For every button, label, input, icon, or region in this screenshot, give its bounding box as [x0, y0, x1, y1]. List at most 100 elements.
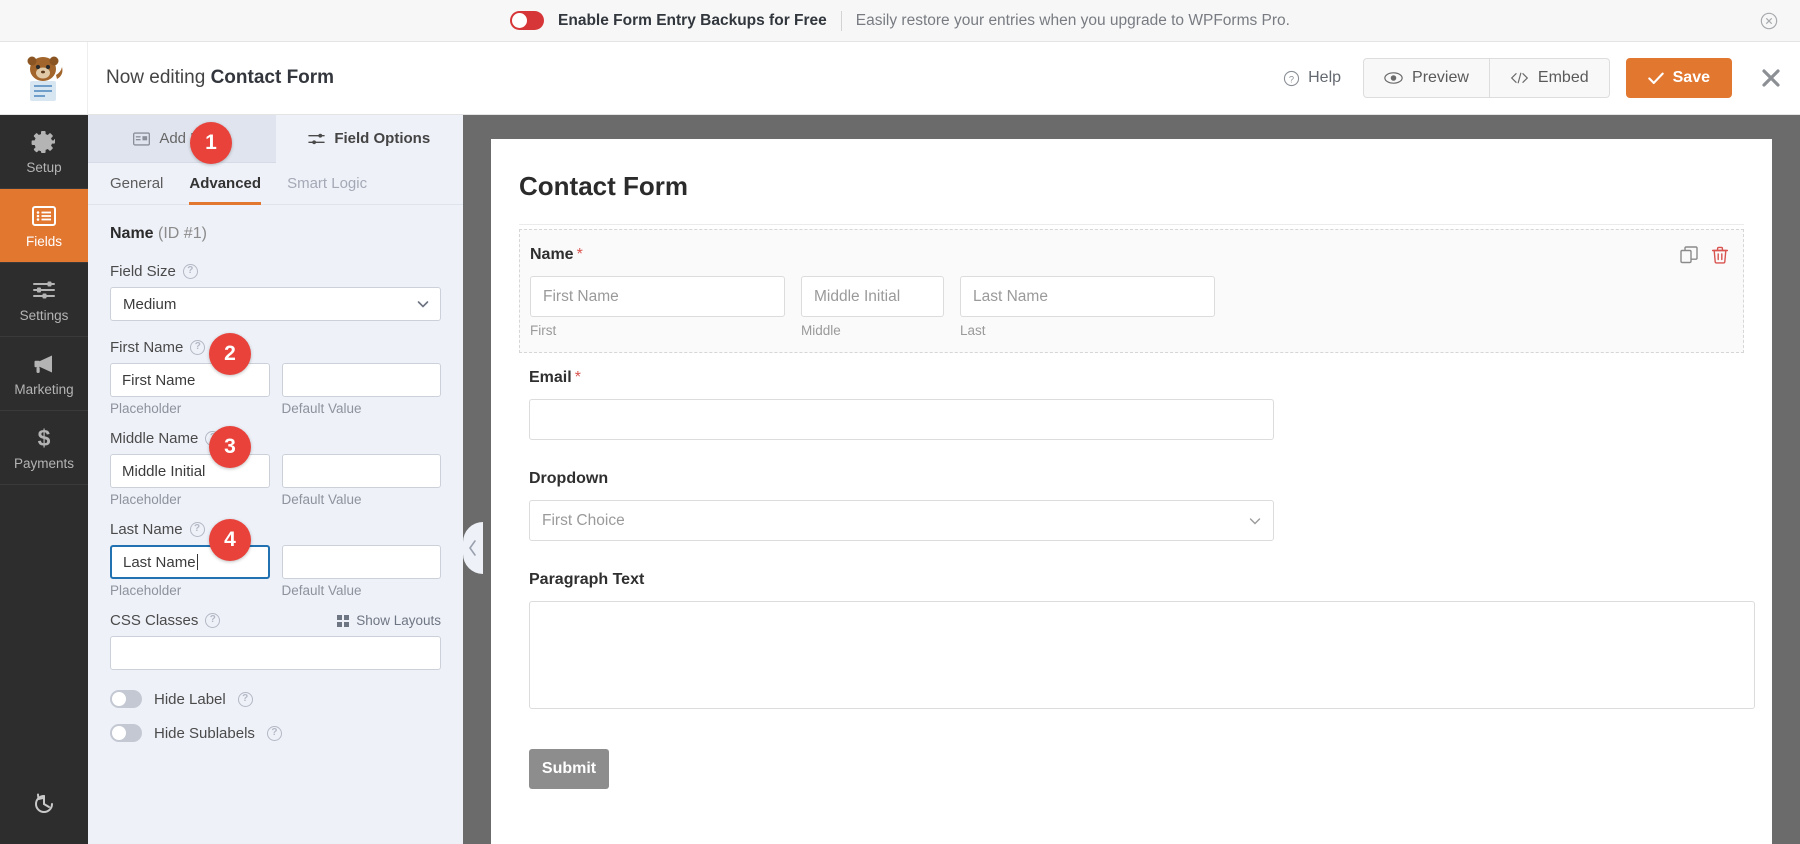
embed-button[interactable]: Embed [1490, 58, 1610, 98]
revision-history-icon[interactable] [24, 784, 64, 824]
chevron-left-icon [468, 540, 478, 556]
editor-sidebar: Setup Fields Settings Marketing $ Paymen… [0, 115, 88, 844]
preview-last-name-placeholder: Last Name [973, 288, 1048, 306]
preview-email-input[interactable] [529, 399, 1274, 440]
subtab-general[interactable]: General [110, 175, 163, 205]
preview-field-paragraph[interactable]: Paragraph Text [519, 555, 1744, 723]
sidebar-item-label: Setup [26, 160, 61, 175]
show-layouts-button[interactable]: Show Layouts [337, 613, 441, 628]
last-name-option-block: Last Name ? Last Name Placeholder [110, 521, 441, 598]
close-icon[interactable] [1760, 67, 1782, 89]
show-layouts-label: Show Layouts [356, 613, 441, 628]
help-tooltip-icon[interactable]: ? [183, 264, 198, 279]
preview-middle-name-sublabel: Middle [801, 323, 944, 338]
save-label: Save [1673, 69, 1710, 87]
step-badge-3: 3 [209, 426, 251, 468]
field-size-label: Field Size [110, 263, 176, 280]
close-circle-icon[interactable] [1760, 12, 1778, 30]
sidebar-item-settings[interactable]: Settings [0, 263, 88, 337]
preview-field-name[interactable]: Name * First Name First [519, 229, 1744, 353]
preview-dropdown-value: First Choice [542, 512, 625, 530]
save-button[interactable]: Save [1626, 58, 1732, 98]
preview-middle-name-placeholder: Middle Initial [814, 288, 900, 306]
promo-banner-subtitle: Easily restore your entries when you upg… [856, 12, 1290, 30]
grid-icon [337, 615, 349, 627]
field-options-panel: Add Fields Field Options General Advance… [88, 115, 463, 844]
code-icon [1510, 71, 1529, 85]
css-classes-label: CSS Classes [110, 612, 198, 629]
subtab-advanced[interactable]: Advanced [189, 175, 261, 205]
duplicate-icon[interactable] [1680, 246, 1698, 264]
help-tooltip-icon[interactable]: ? [190, 522, 205, 537]
preview-submit-button[interactable]: Submit [529, 749, 609, 789]
sidebar-item-label: Payments [14, 456, 74, 471]
help-tooltip-icon[interactable]: ? [205, 613, 220, 628]
step-badge-1: 1 [190, 122, 232, 164]
sidebar-item-label: Fields [26, 234, 62, 249]
enable-backups-toggle[interactable] [510, 11, 544, 30]
first-name-option-block: First Name ? First Name Placeholder [110, 339, 441, 416]
hide-sublabels-toggle[interactable] [110, 724, 142, 742]
last-name-label: Last Name [110, 521, 183, 538]
preview-field-dropdown[interactable]: Dropdown First Choice [519, 454, 1744, 555]
editing-prefix: Now editing [106, 67, 205, 88]
middle-name-placeholder-value: Middle Initial [122, 463, 205, 480]
form-name: Contact Form [211, 67, 335, 88]
field-heading-id: (ID #1) [158, 225, 207, 242]
list-icon [31, 203, 57, 229]
first-name-placeholder-sublabel: Placeholder [110, 401, 270, 416]
preview-first-name-input[interactable]: First Name [530, 276, 785, 317]
help-tooltip-icon[interactable]: ? [238, 692, 253, 707]
preview-middle-name-input[interactable]: Middle Initial [801, 276, 944, 317]
last-name-default-input[interactable] [282, 545, 442, 579]
hide-label-toggle[interactable] [110, 690, 142, 708]
preview-field-name-label: Name * [530, 246, 1733, 264]
hide-sublabels-row: Hide Sublabels ? [110, 724, 441, 742]
help-tooltip-icon[interactable]: ? [190, 340, 205, 355]
eye-icon [1384, 71, 1403, 85]
panel-subtabs: General Advanced Smart Logic [88, 163, 463, 205]
css-classes-block: CSS Classes ? Show Layouts [110, 612, 441, 670]
form-preview-area: Contact Form Name * First N [463, 115, 1800, 844]
help-button[interactable]: ? Help [1283, 69, 1341, 87]
sidebar-item-label: Settings [20, 308, 69, 323]
hide-label-row: Hide Label ? [110, 690, 441, 708]
required-marker: * [577, 246, 583, 264]
sidebar-item-payments[interactable]: $ Payments [0, 411, 88, 485]
tab-add-fields[interactable]: Add Fields [88, 115, 276, 163]
hide-label-text: Hide Label [154, 691, 226, 708]
help-tooltip-icon[interactable]: ? [267, 726, 282, 741]
trash-icon[interactable] [1711, 246, 1729, 264]
first-name-default-input[interactable] [282, 363, 442, 397]
field-size-value: Medium [123, 296, 176, 313]
preview-button[interactable]: Preview [1363, 58, 1490, 98]
sidebar-item-fields[interactable]: Fields [0, 189, 88, 263]
middle-name-placeholder-sublabel: Placeholder [110, 492, 270, 507]
preview-field-email[interactable]: Email * [519, 353, 1744, 454]
css-classes-input[interactable] [110, 636, 441, 670]
field-size-label-row: Field Size ? [110, 263, 441, 280]
step-badge-2: 2 [209, 333, 251, 375]
preview-field-dropdown-label: Dropdown [529, 470, 1734, 488]
preview-first-name-sublabel: First [530, 323, 785, 338]
sidebar-item-marketing[interactable]: Marketing [0, 337, 88, 411]
preview-dropdown-select[interactable]: First Choice [529, 500, 1274, 541]
subtab-smart-logic[interactable]: Smart Logic [287, 175, 367, 205]
hide-sublabels-text: Hide Sublabels [154, 725, 255, 742]
preview-last-name-sublabel: Last [960, 323, 1215, 338]
sidebar-item-setup[interactable]: Setup [0, 115, 88, 189]
first-name-placeholder-value: First Name [122, 372, 195, 389]
preview-field-email-label: Email * [529, 369, 1734, 387]
tab-field-options[interactable]: Field Options [276, 115, 464, 163]
megaphone-icon [31, 351, 57, 377]
field-size-select[interactable]: Medium [110, 287, 441, 321]
dollar-icon: $ [31, 425, 57, 451]
preview-last-name-input[interactable]: Last Name [960, 276, 1215, 317]
field-heading: Name (ID #1) [110, 225, 441, 243]
form-preview-card: Contact Form Name * First N [491, 139, 1772, 844]
sliders-icon [31, 277, 57, 303]
middle-name-default-sublabel: Default Value [282, 492, 442, 507]
middle-name-default-input[interactable] [282, 454, 442, 488]
preview-paragraph-textarea[interactable] [529, 601, 1755, 709]
preview-first-name-placeholder: First Name [543, 288, 619, 306]
